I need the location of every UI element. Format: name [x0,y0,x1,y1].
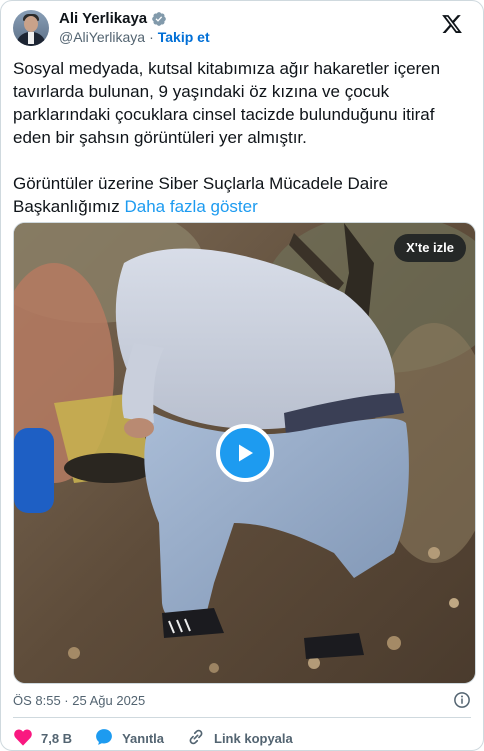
author-handle[interactable]: @AliYerlikaya [59,28,145,47]
watch-on-x-button[interactable]: X'te izle [394,234,466,262]
x-logo-icon[interactable] [441,13,463,35]
copy-link-button[interactable]: Link kopyala [186,727,293,750]
author-info: Ali Yerlikaya @AliYerlikaya · Takip et [59,7,210,47]
tweet-text: Sosyal medyada, kutsal kitabımıza ağır h… [13,57,475,218]
tweet-paragraph-1: Sosyal medyada, kutsal kitabımıza ağır h… [13,59,441,147]
link-icon [186,727,214,750]
author-name[interactable]: Ali Yerlikaya [59,9,147,28]
like-count: 7,8 B [41,731,73,746]
reply-icon [94,727,122,750]
follow-button[interactable]: Takip et [158,28,210,47]
verified-badge-icon [151,11,167,27]
show-more-link[interactable]: Daha fazla göster [125,197,258,216]
reply-label: Yanıtla [122,731,164,746]
copy-link-label: Link kopyala [214,731,293,746]
timestamp[interactable]: ÖS 8:55 · 25 Ağu 2025 [13,693,145,708]
info-icon[interactable] [453,691,471,709]
play-icon [233,441,257,465]
action-bar: 7,8 B Yanıtla Link kopyala [13,727,315,750]
tweet-header: Ali Yerlikaya @AliYerlikaya · Takip et [13,7,473,51]
divider [13,717,471,718]
video-player[interactable]: X'te izle [13,222,476,684]
play-button[interactable] [216,424,274,482]
tweet-card: Ali Yerlikaya @AliYerlikaya · Takip et S… [0,0,484,751]
separator-dot: · [149,29,154,45]
avatar[interactable] [13,10,49,46]
author-name-row: Ali Yerlikaya [59,9,210,28]
like-button[interactable]: 7,8 B [13,727,72,750]
heart-icon [13,727,41,750]
handle-row: @AliYerlikaya · Takip et [59,28,210,47]
reply-button[interactable]: Yanıtla [94,727,164,750]
tweet-paragraph-2: Görüntüler üzerine Siber Suçlarla Mücade… [13,172,475,218]
